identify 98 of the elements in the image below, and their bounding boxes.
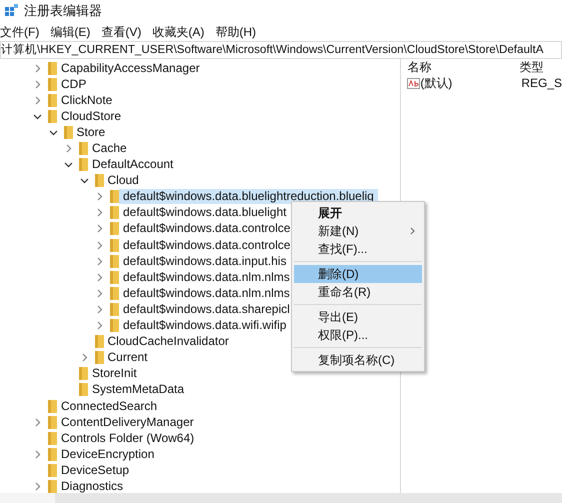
menu-option[interactable]: 权限(P)... xyxy=(294,326,422,344)
horizontal-scrollbar[interactable] xyxy=(0,493,562,503)
tree-item[interactable]: default$windows.data.input.his xyxy=(119,254,290,269)
tree-item[interactable]: Diagnostics xyxy=(57,478,128,493)
folder-icon xyxy=(110,222,119,236)
tree-item[interactable]: Cache xyxy=(88,141,131,156)
expand-chevron-icon[interactable] xyxy=(33,64,42,73)
menu-option[interactable]: 展开 xyxy=(294,204,422,222)
folder-icon xyxy=(79,383,88,396)
tree-item[interactable]: default$windows.data.bluelight xyxy=(119,205,290,220)
tree-item[interactable]: DeviceEncryption xyxy=(57,446,158,462)
tree-item[interactable]: Cloud xyxy=(104,173,143,188)
address-bar[interactable]: 计算机\HKEY_CURRENT_USER\Software\Microsoft\Windows\CurrentVersion\CloudStore\Store\DefaultA xyxy=(0,41,562,59)
folder-icon xyxy=(48,448,57,461)
expand-chevron-icon[interactable] xyxy=(95,240,104,250)
menu-item[interactable]: 查看(V) xyxy=(101,23,142,41)
tree-item[interactable]: SystemMetaData xyxy=(88,382,188,398)
folder-icon xyxy=(110,286,119,300)
expand-chevron-icon[interactable] xyxy=(33,482,42,491)
expand-chevron-icon[interactable] xyxy=(95,272,104,282)
menu-option[interactable]: 新建(N) xyxy=(294,222,422,240)
collapse-chevron-icon[interactable] xyxy=(80,176,88,186)
expand-chevron-icon[interactable] xyxy=(33,450,42,459)
tree-item[interactable]: ContentDeliveryManager xyxy=(57,414,198,430)
tree-item[interactable]: StoreInit xyxy=(88,366,141,382)
menu-option[interactable]: 查找(F)... xyxy=(294,240,422,258)
tree-item[interactable]: default$windows.data.wifi.wifip xyxy=(119,318,290,334)
collapse-chevron-icon[interactable] xyxy=(33,112,42,121)
tree-item[interactable]: DefaultAccount xyxy=(88,157,178,172)
tree-item[interactable]: default$windows.data.bluelightreduction.bluelig xyxy=(119,189,378,204)
folder-icon xyxy=(94,351,104,364)
expand-chevron-icon[interactable] xyxy=(80,353,88,362)
folder-icon xyxy=(110,190,119,204)
folder-icon xyxy=(79,142,88,156)
menu-option[interactable]: 复制项名称(C) xyxy=(294,351,422,369)
tree-item[interactable]: ConnectedSearch xyxy=(57,398,162,414)
expand-chevron-icon[interactable] xyxy=(33,80,42,89)
folder-icon xyxy=(110,206,119,220)
string-value-icon xyxy=(407,78,420,88)
folder-icon xyxy=(110,302,119,316)
menu-item[interactable]: 文件(F) xyxy=(0,23,40,41)
tree-item[interactable]: ClickNote xyxy=(57,92,116,108)
tree-item[interactable]: default$windows.data.nlm.nlms xyxy=(119,286,294,301)
folder-icon xyxy=(48,62,57,75)
tree-item[interactable]: CloudCacheInvalidator xyxy=(104,334,233,350)
folder-icon xyxy=(79,158,88,172)
column-header[interactable]: 类型 xyxy=(519,58,544,76)
folder-icon xyxy=(79,367,88,380)
expand-chevron-icon[interactable] xyxy=(95,288,104,298)
expand-chevron-icon[interactable] xyxy=(95,304,104,314)
folder-icon xyxy=(94,174,104,188)
window-title: 注册表编辑器 xyxy=(24,2,102,20)
expand-chevron-icon[interactable] xyxy=(95,256,104,266)
tree-item[interactable]: default$windows.data.controlce xyxy=(119,238,294,253)
collapse-chevron-icon[interactable] xyxy=(64,160,73,170)
value-name: (默认) xyxy=(420,75,454,92)
tree-item[interactable]: default$windows.data.controlce xyxy=(119,221,294,236)
folder-icon xyxy=(110,319,119,332)
menu-option[interactable]: 删除(D) xyxy=(294,265,422,283)
tree-item[interactable]: CapabilityAccessManager xyxy=(57,60,204,76)
folder-icon xyxy=(48,400,57,413)
expand-chevron-icon[interactable] xyxy=(64,144,73,154)
folder-icon xyxy=(48,464,57,477)
menu-item[interactable]: 编辑(E) xyxy=(50,23,90,41)
folder-icon xyxy=(110,270,119,284)
expand-chevron-icon[interactable] xyxy=(95,224,104,234)
registry-app-icon xyxy=(4,4,18,18)
tree-item[interactable]: CloudStore xyxy=(57,108,126,124)
folder-icon xyxy=(110,254,119,268)
tree-item[interactable]: Controls Folder (Wow64) xyxy=(57,430,198,446)
tree-item[interactable]: Current xyxy=(104,350,152,366)
tree-item[interactable]: Store xyxy=(72,124,110,140)
value-type: REG_S xyxy=(521,75,562,92)
tree-item[interactable]: default$windows.data.sharepicl xyxy=(119,302,294,317)
expand-chevron-icon[interactable] xyxy=(33,96,42,105)
expand-chevron-icon[interactable] xyxy=(95,192,104,202)
tree-item[interactable]: CDP xyxy=(57,76,90,92)
tree-item[interactable]: default$windows.data.nlm.nlms xyxy=(119,270,294,285)
submenu-chevron-icon xyxy=(410,227,416,235)
expand-chevron-icon[interactable] xyxy=(33,418,42,427)
folder-icon xyxy=(48,432,57,445)
expand-chevron-icon[interactable] xyxy=(95,208,104,218)
menu-item[interactable]: 收藏夹(A) xyxy=(152,23,204,41)
folder-icon xyxy=(110,238,119,252)
tree-item[interactable]: DeviceSetup xyxy=(57,462,134,478)
column-header[interactable]: 名称 xyxy=(405,58,520,76)
folder-icon xyxy=(48,94,57,107)
folder-icon xyxy=(48,416,57,429)
menu-option[interactable]: 重命名(R) xyxy=(294,283,422,301)
folder-icon xyxy=(48,78,57,91)
folder-icon xyxy=(48,110,57,123)
folder-icon xyxy=(48,480,57,493)
folder-icon xyxy=(94,335,104,348)
folder-icon xyxy=(64,126,72,139)
menu-item[interactable]: 帮助(H) xyxy=(215,23,256,41)
collapse-chevron-icon[interactable] xyxy=(48,128,58,137)
expand-chevron-icon[interactable] xyxy=(95,321,104,330)
menu-option[interactable]: 导出(E) xyxy=(294,308,422,326)
